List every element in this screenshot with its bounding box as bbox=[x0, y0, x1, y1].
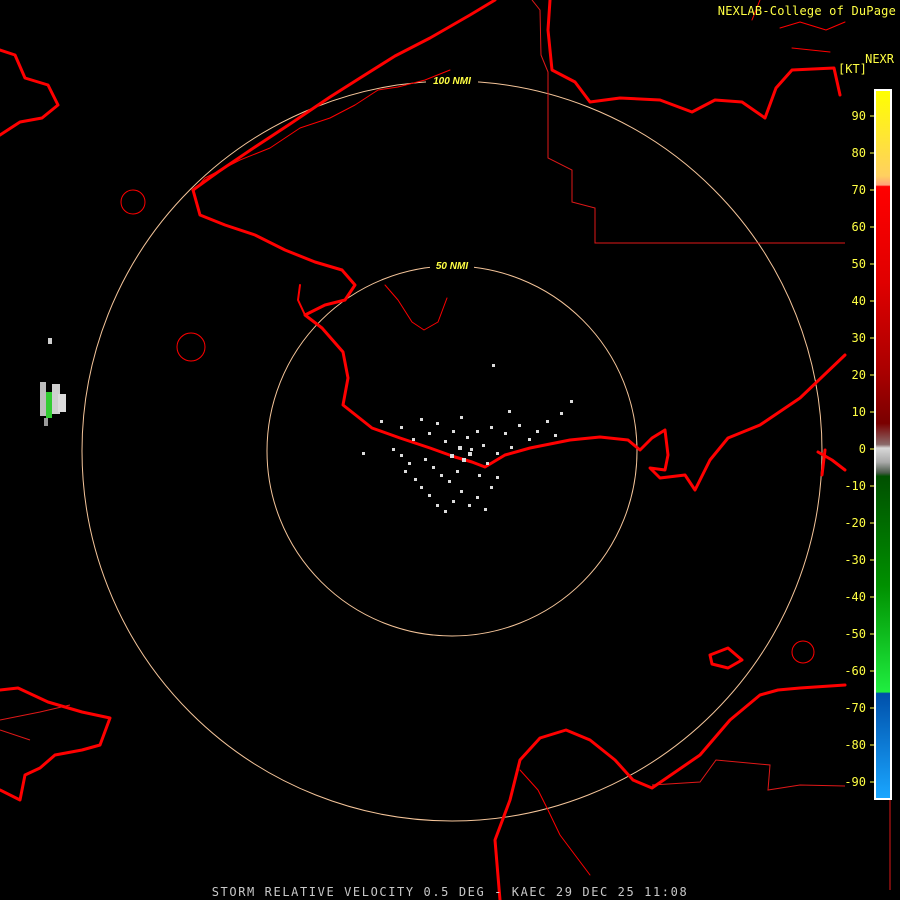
east-inlet bbox=[816, 448, 847, 477]
legend-tick-label: 90 bbox=[852, 109, 866, 123]
legend-tick-label: -50 bbox=[844, 627, 866, 641]
range-ring-50 bbox=[266, 265, 638, 637]
echo-cluster-west bbox=[40, 338, 66, 426]
main-coastline bbox=[191, 188, 847, 492]
coast-spur bbox=[297, 284, 306, 316]
boundary-line-state bbox=[531, 0, 845, 244]
bay-outline bbox=[384, 284, 448, 331]
legend-tick-label: 30 bbox=[852, 331, 866, 345]
range-rings: 50 NMI 100 NMI bbox=[81, 74, 823, 822]
legend-tick-label: -40 bbox=[844, 590, 866, 604]
north-shore-outer bbox=[191, 0, 497, 192]
island-northwest bbox=[120, 189, 146, 215]
legend-tick-label: 40 bbox=[852, 294, 866, 308]
ring-label-100: 100 NMI bbox=[433, 76, 471, 87]
ring-label-50: 50 NMI bbox=[436, 261, 468, 272]
legend-tick-label: -90 bbox=[844, 775, 866, 789]
southeast-island bbox=[708, 646, 744, 670]
legend-tick-labels: 90 80 70 60 50 40 30 20 10 0 -10 -20 -30 -40 -50 -60 -70… bbox=[844, 109, 874, 789]
west-shore bbox=[0, 48, 60, 137]
legend-tick-label: 20 bbox=[852, 368, 866, 382]
coastlines bbox=[0, 0, 847, 900]
legend-tick-label: -70 bbox=[844, 701, 866, 715]
legend-tick-label: -10 bbox=[844, 479, 866, 493]
island-southeast bbox=[791, 640, 815, 664]
legend-tick-label: -80 bbox=[844, 738, 866, 752]
legend-tick-label: 80 bbox=[852, 146, 866, 160]
velocity-echoes bbox=[40, 338, 573, 513]
legend-tick-label: -60 bbox=[844, 664, 866, 678]
legend-tick-label: 70 bbox=[852, 183, 866, 197]
legend-tick-label: 60 bbox=[852, 220, 866, 234]
product-label: NEXR bbox=[865, 52, 894, 66]
radar-map: 50 NMI 100 NMI 9080706050403020100-10-20… bbox=[0, 0, 892, 900]
echo-cluster-center bbox=[362, 364, 573, 513]
unit-label: [KT] bbox=[838, 62, 867, 76]
county-boundaries bbox=[0, 0, 891, 890]
legend-color-bar bbox=[876, 91, 890, 798]
southwest-shore bbox=[0, 686, 112, 802]
south-inner-shore bbox=[519, 769, 591, 876]
legend-tick-label: -20 bbox=[844, 516, 866, 530]
legend-tick-label: 0 bbox=[859, 442, 866, 456]
velocity-legend: 90 80 70 60 50 40 30 20 10 0 -10 -20 -30 -40 -50 -60 -70… bbox=[844, 89, 892, 800]
legend-tick-label: 10 bbox=[852, 405, 866, 419]
credit-label: NEXLAB-College of DuPage bbox=[717, 4, 896, 18]
radar-display: 50 NMI 100 NMI 90 80 70 60 50 40 30 20 1… bbox=[0, 0, 900, 900]
south-shore bbox=[493, 683, 847, 900]
boundary-line-southwest bbox=[0, 704, 71, 741]
product-caption: STORM RELATIVE VELOCITY 0.5 DEG - KAEC 2… bbox=[211, 885, 689, 899]
legend-tick-label: -30 bbox=[844, 553, 866, 567]
island-west bbox=[176, 332, 206, 362]
north-shore-inner bbox=[192, 69, 451, 193]
boundary-line-southeast bbox=[651, 759, 846, 791]
legend-tick-label: 50 bbox=[852, 257, 866, 271]
